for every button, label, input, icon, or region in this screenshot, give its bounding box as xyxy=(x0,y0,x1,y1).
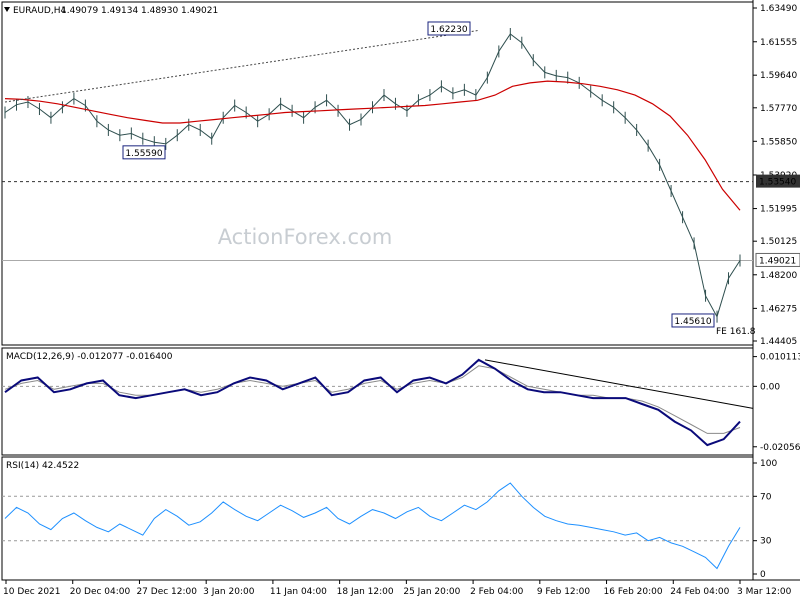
rsi-y-tick-label: 70 xyxy=(760,492,772,502)
current-tag-label: 1.49021 xyxy=(759,256,796,266)
macd-y-tick-label: 0.00 xyxy=(760,382,780,392)
low-label: 1.45610 xyxy=(674,317,711,327)
support-tag-label: 1.53540 xyxy=(759,178,796,188)
x-tick-label: 3 Mar 12:00 xyxy=(737,587,792,597)
main-y-tick-label: 1.48200 xyxy=(760,271,797,281)
fib-label: FE 161.8 xyxy=(716,327,756,337)
panel-macd-frame xyxy=(1,347,754,456)
header-high: 1.49134 xyxy=(101,6,138,16)
main-y-tick-label: 1.59640 xyxy=(760,71,797,81)
main-y-tick-label: 1.55850 xyxy=(760,137,797,147)
main-y-tick-label: 1.51995 xyxy=(760,205,797,215)
x-tick-label: 10 Dec 2021 xyxy=(3,587,61,597)
main-y-tick-label: 1.63490 xyxy=(760,4,797,14)
swing-low-label: 1.55590 xyxy=(125,149,162,159)
macd-y-tick-label: 0.010113 xyxy=(760,353,800,363)
x-tick-label: 24 Feb 04:00 xyxy=(670,587,729,597)
header-low: 1.48930 xyxy=(141,6,178,16)
header-close: 1.49021 xyxy=(181,6,218,16)
rsi-y-tick-label: 100 xyxy=(760,459,777,469)
x-tick-label: 11 Jan 04:00 xyxy=(270,587,327,597)
macd-y-tick-label: -0.020561 xyxy=(760,443,800,453)
main-y-tick-label: 1.57770 xyxy=(760,104,797,114)
rsi-y-tick-label: 30 xyxy=(760,537,772,547)
forex-chart: ActionForex.com 1.63490 1.61555 1.59640 1.57… xyxy=(1,0,800,597)
x-tick-label: 27 Dec 12:00 xyxy=(136,587,197,597)
x-tick-label: 9 Feb 12:00 xyxy=(537,587,591,597)
header-open: 1.49079 xyxy=(61,6,98,16)
main-y-tick-label: 1.44405 xyxy=(760,337,797,347)
panel-main-frame xyxy=(1,1,754,346)
macd-title: MACD(12,26,9) -0.012077 -0.016400 xyxy=(6,352,173,362)
x-tick-label: 16 Feb 20:00 xyxy=(604,587,663,597)
main-y-tick-label: 1.61555 xyxy=(760,38,797,48)
panel-rsi-frame xyxy=(1,456,754,581)
high-label: 1.62230 xyxy=(430,25,467,35)
x-tick-label: 2 Feb 04:00 xyxy=(470,587,524,597)
x-tick-label: 3 Jan 20:00 xyxy=(203,587,255,597)
main-y-tick-label: 1.50125 xyxy=(760,237,797,247)
rsi-y-tick-label: 0 xyxy=(760,570,766,580)
rsi-title: RSI(14) 42.4522 xyxy=(6,461,79,471)
header-symbol: EURAUD,H4 xyxy=(13,6,66,16)
watermark: ActionForex.com xyxy=(218,225,393,249)
x-tick-label: 25 Jan 20:00 xyxy=(403,587,460,597)
x-tick-label: 20 Dec 04:00 xyxy=(70,587,131,597)
main-y-tick-label: 1.46275 xyxy=(760,304,797,314)
x-tick-label: 18 Jan 12:00 xyxy=(337,587,394,597)
